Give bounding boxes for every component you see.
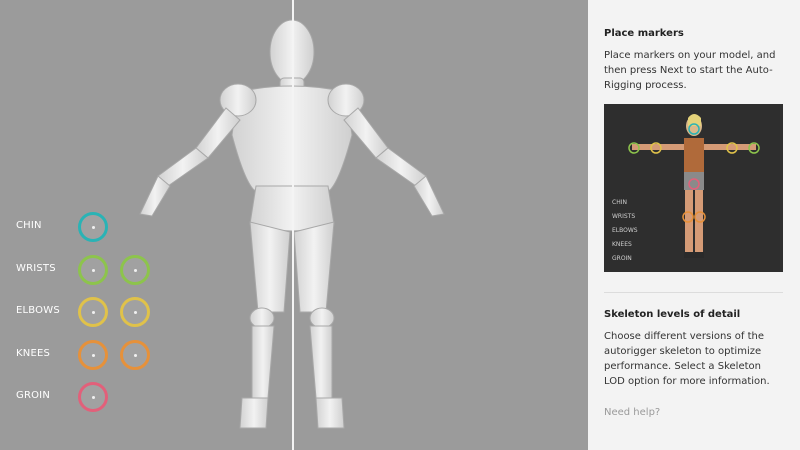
marker-row-chin: CHIN	[16, 212, 176, 242]
marker-center-dot	[92, 396, 95, 399]
preview-legend-label: WRISTS	[612, 213, 636, 220]
preview-legend-label: CHIN	[612, 199, 627, 206]
marker-ring-wrists-left[interactable]	[78, 254, 108, 285]
skeleton-lod-text: Choose different versions of the autorig…	[604, 331, 770, 387]
marker-row-wrists: WRISTS	[16, 254, 176, 285]
marker-ring-groin-left[interactable]	[78, 382, 108, 412]
panel-divider	[604, 292, 783, 293]
preview-legend-label: GROIN	[612, 255, 632, 262]
marker-center-dot	[92, 311, 95, 314]
marker-label: CHIN	[16, 220, 42, 231]
place-markers-title: Place markers	[604, 28, 684, 39]
marker-row-elbows: ELBOWS	[16, 297, 176, 327]
marker-ring-elbows-left[interactable]	[78, 297, 108, 327]
model-viewport[interactable]: CHIN WRISTS ELBOWS KNEES GROIN	[0, 0, 588, 450]
marker-preview-image: CHIN WRISTS ELBOWS KNEES GROIN	[604, 104, 783, 272]
marker-ring-wrists-right[interactable]	[120, 254, 150, 285]
skeleton-lod-title: Skeleton levels of detail	[604, 309, 741, 320]
side-panel: Place markers Place markers on your mode…	[588, 0, 800, 450]
preview-legend-label: ELBOWS	[612, 227, 638, 234]
marker-ring-knees-right[interactable]	[120, 339, 150, 370]
marker-row-groin: GROIN	[16, 382, 176, 412]
marker-ring-elbows-right[interactable]	[120, 297, 150, 327]
symmetry-line	[292, 0, 294, 450]
marker-center-dot	[134, 311, 137, 314]
marker-label: ELBOWS	[16, 305, 60, 316]
marker-row-knees: KNEES	[16, 339, 176, 370]
marker-label: KNEES	[16, 347, 51, 359]
marker-center-dot	[92, 226, 95, 229]
marker-center-dot	[92, 353, 95, 357]
place-markers-text: Place markers on your model, and then pr…	[604, 50, 776, 91]
preview-legend: CHIN WRISTS ELBOWS KNEES GROIN	[612, 196, 638, 266]
need-help-link[interactable]: Need help?	[604, 407, 660, 418]
marker-label: GROIN	[16, 390, 50, 401]
marker-ring-knees-left[interactable]	[78, 339, 108, 370]
marker-ring-chin-left[interactable]	[78, 212, 108, 242]
preview-legend-label: KNEES	[612, 241, 632, 248]
marker-label: WRISTS	[16, 262, 56, 274]
marker-center-dot	[134, 353, 137, 357]
marker-center-dot	[134, 268, 137, 272]
marker-center-dot	[92, 268, 95, 272]
